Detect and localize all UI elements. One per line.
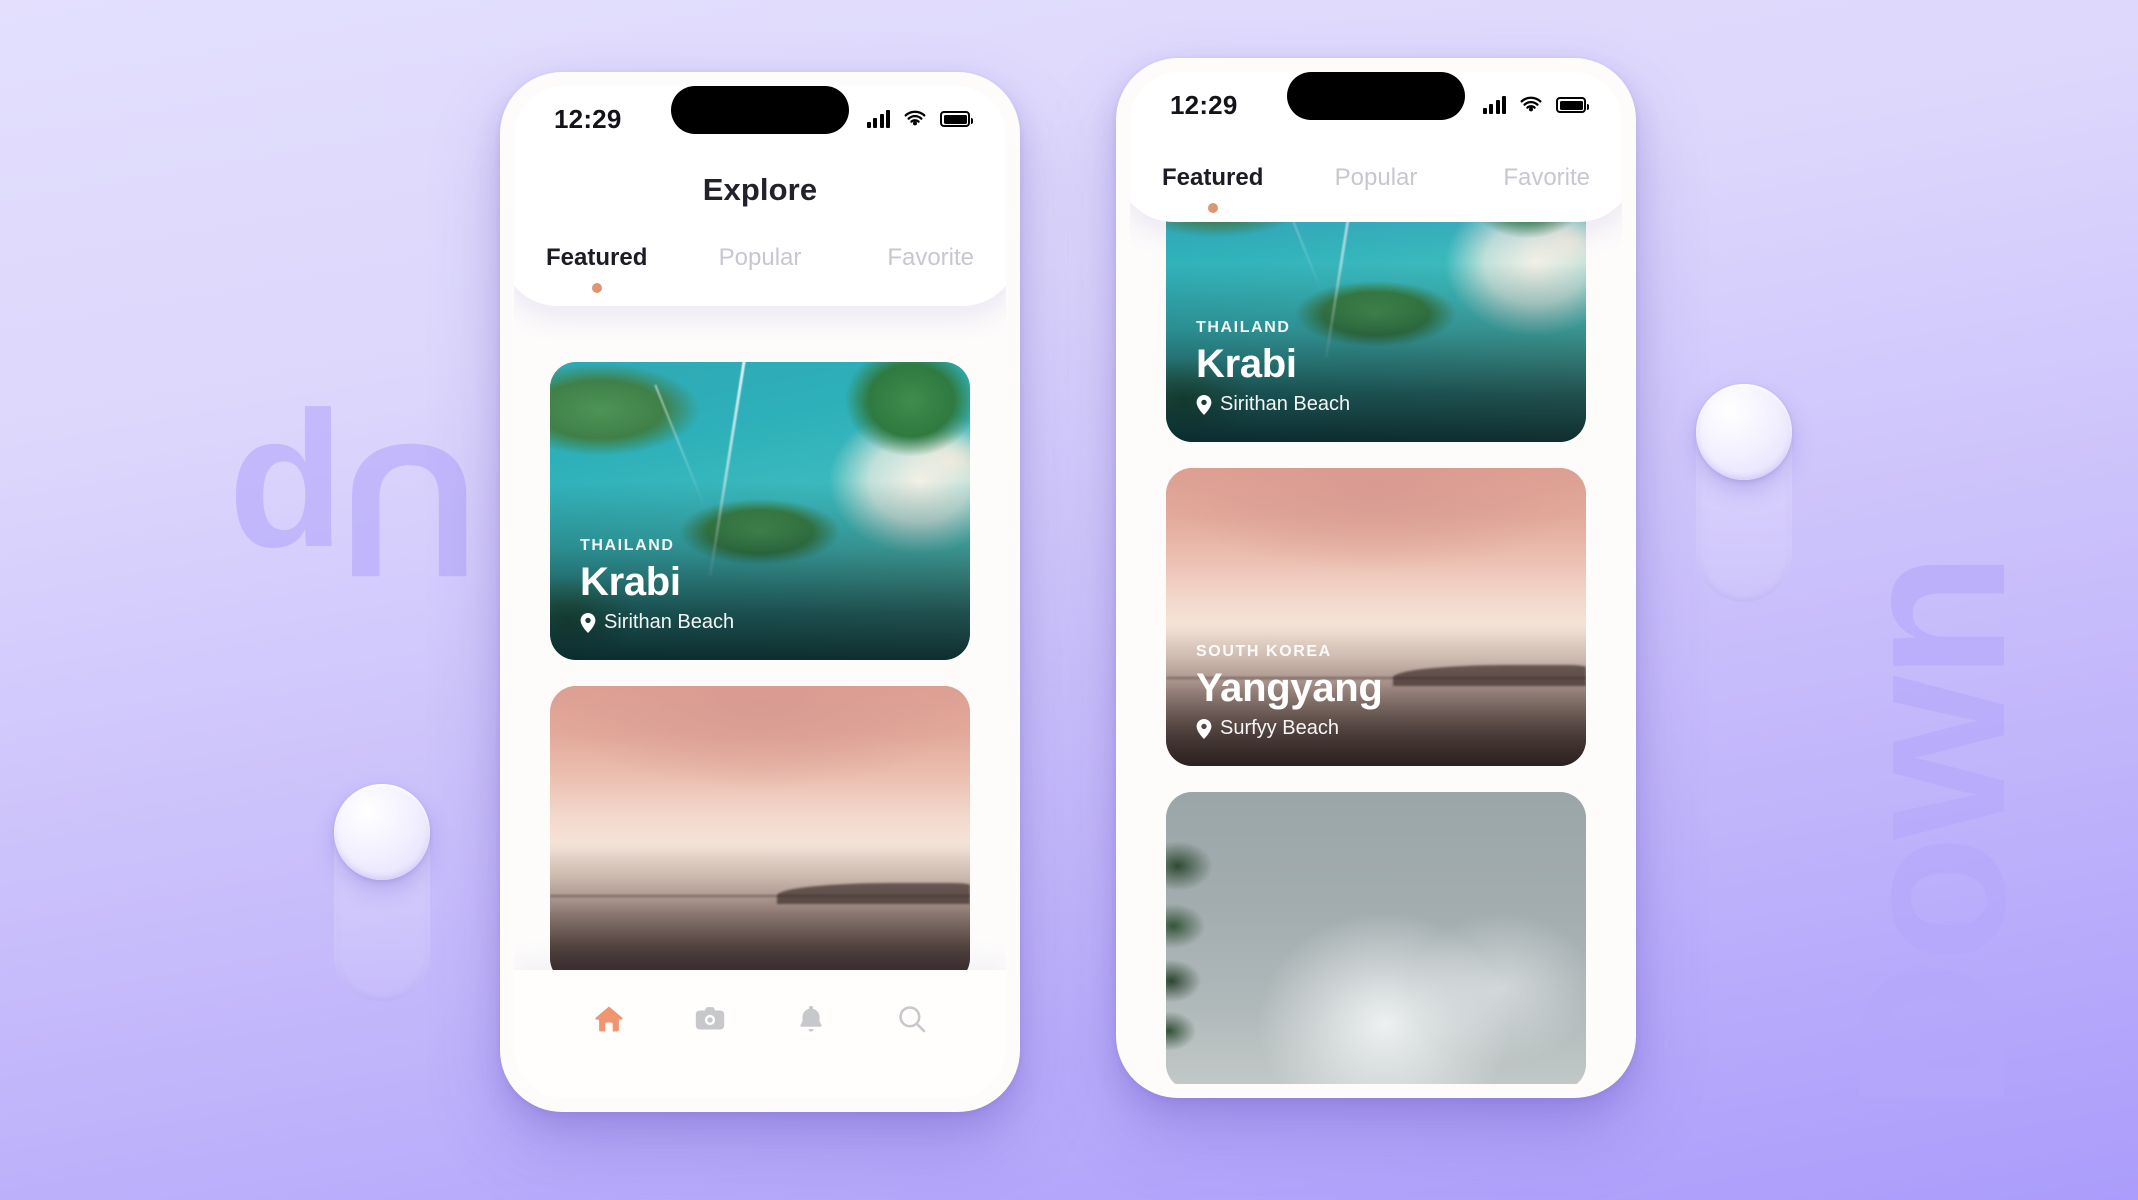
dynamic-island [671, 86, 849, 134]
status-bar: 12:29 [1130, 72, 1622, 134]
tab-favorite[interactable]: Favorite [1447, 164, 1590, 196]
phone-mockup-1: THAILAND Krabi Sirithan Beach 12:29 Explore F… [500, 72, 1020, 1112]
destination-title: Krabi [1196, 341, 1297, 386]
location-pin-icon [1196, 718, 1212, 739]
active-tab-indicator-dot [1208, 203, 1218, 213]
destination-place: Sirithan Beach [580, 611, 970, 634]
destination-card-overlay: THAILAND Krabi Sirithan Beach [1166, 319, 1586, 442]
location-pin-icon [1196, 394, 1212, 415]
decoration-word-down: Down [1813, 556, 2049, 1111]
destination-country: SOUTH KOREA [1196, 642, 1332, 660]
tab-bar: Featured Popular Favorite [1130, 164, 1622, 213]
destination-place-label: Surfyy Beach [1220, 717, 1339, 739]
destination-place-label: Sirithan Beach [604, 611, 735, 633]
tab-featured[interactable]: Featured [1162, 164, 1305, 213]
destination-title: Krabi [580, 559, 681, 604]
tab-label: Popular [1334, 164, 1418, 191]
status-time: 12:29 [554, 103, 622, 134]
destination-photo [1166, 792, 1586, 1084]
wifi-icon [1519, 96, 1543, 114]
tab-popular[interactable]: Popular [689, 244, 832, 276]
battery-icon [940, 111, 973, 127]
destination-place: Surfyy Beach [1196, 717, 1586, 740]
battery-icon [1556, 97, 1589, 113]
destination-card[interactable] [1166, 792, 1586, 1084]
scroll-slider-knob-up[interactable] [334, 784, 430, 880]
destination-card[interactable] [550, 686, 970, 984]
destination-card[interactable]: SOUTH KOREA Yangyang Surfyy Beach [1166, 468, 1586, 766]
destination-country: THAILAND [580, 536, 675, 554]
scroll-slider-knob-down[interactable] [1696, 384, 1792, 480]
tab-label: Favorite [887, 244, 975, 271]
tab-label: Favorite [1503, 164, 1591, 191]
destination-card-overlay: SOUTH KOREA Yangyang Surfyy Beach [1166, 643, 1586, 766]
status-indicators [1482, 96, 1591, 114]
camera-icon [693, 1002, 727, 1041]
destination-card[interactable]: THAILAND Krabi Sirithan Beach [550, 362, 970, 660]
tab-label: Popular [718, 244, 802, 271]
decoration-word-up: Up [232, 404, 478, 617]
nav-bell-button[interactable] [782, 996, 840, 1046]
wifi-icon [903, 110, 927, 128]
tab-label: Featured [546, 244, 648, 271]
phone-screen: THAILAND Krabi Sirithan Beach SOUTH KOREA Ya… [1130, 72, 1622, 1084]
card-scroll-list[interactable]: THAILAND Krabi Sirithan Beach SOUTH KOREA Ya… [1130, 72, 1622, 1084]
tab-popular[interactable]: Popular [1305, 164, 1448, 196]
status-indicators [866, 110, 975, 128]
cellular-signal-icon [1482, 96, 1506, 114]
dynamic-island [1287, 72, 1465, 120]
tab-favorite[interactable]: Favorite [831, 244, 974, 276]
phone-mockup-2: THAILAND Krabi Sirithan Beach SOUTH KOREA Ya… [1116, 58, 1636, 1098]
cellular-signal-icon [866, 110, 890, 128]
destination-country: THAILAND [1196, 318, 1291, 336]
destination-photo [550, 686, 970, 984]
destination-place-label: Sirithan Beach [1220, 393, 1351, 415]
destination-place: Sirithan Beach [1196, 393, 1586, 416]
nav-search-button[interactable] [883, 996, 941, 1046]
home-icon [592, 1002, 626, 1041]
status-time: 12:29 [1170, 89, 1238, 120]
search-icon [896, 1003, 928, 1040]
destination-card-overlay: THAILAND Krabi Sirithan Beach [550, 537, 970, 660]
destination-title: Yangyang [1196, 665, 1383, 710]
phone-screen: THAILAND Krabi Sirithan Beach 12:29 Explore F… [514, 86, 1006, 1098]
bell-icon [795, 1002, 827, 1041]
app-header: 12:29 Explore Featured Popular Favorite [514, 86, 1006, 306]
app-header: 12:29 Featured Popular Favorite [1130, 72, 1622, 222]
tab-featured[interactable]: Featured [546, 244, 689, 293]
location-pin-icon [580, 612, 596, 633]
nav-home-button[interactable] [580, 996, 638, 1046]
page-title: Explore [702, 172, 818, 207]
nav-camera-button[interactable] [681, 996, 739, 1046]
tab-bar: Featured Popular Favorite [514, 244, 1006, 293]
tab-label: Featured [1162, 164, 1264, 191]
bottom-navigation-bar [514, 970, 1006, 1098]
status-bar: 12:29 [514, 86, 1006, 148]
active-tab-indicator-dot [592, 283, 602, 293]
